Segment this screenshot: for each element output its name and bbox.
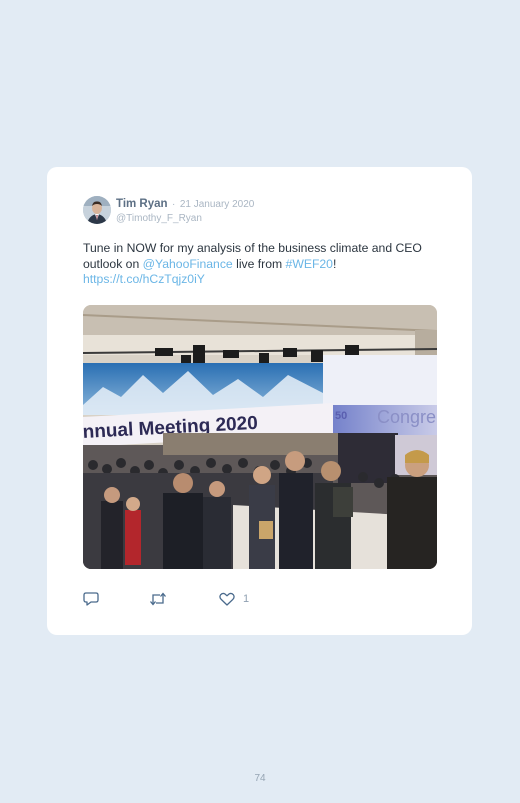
venue-badge: 50: [335, 410, 347, 422]
mention-link[interactable]: @YahooFinance: [143, 257, 233, 271]
avatar-image: [83, 196, 111, 224]
separator: ·: [172, 199, 176, 210]
like-button[interactable]: 1: [219, 590, 249, 608]
tweet-card: Tim Ryan · 21 January 2020 @Timothy_F_Ry…: [47, 167, 472, 635]
reply-icon: [83, 592, 99, 606]
tweet-photo[interactable]: nnual Meeting 2020 50 Congre: [83, 305, 437, 569]
like-count: 1: [243, 593, 250, 605]
author-name[interactable]: Tim Ryan: [116, 198, 168, 210]
author-handle[interactable]: @Timothy_F_Ryan: [116, 212, 254, 225]
conference-photo: nnual Meeting 2020 50 Congre: [83, 305, 437, 569]
tweet-date[interactable]: 21 January 2020: [180, 199, 255, 210]
page-number: 74: [254, 773, 266, 784]
tweet-header: Tim Ryan · 21 January 2020 @Timothy_F_Ry…: [116, 196, 254, 225]
url-link[interactable]: https://t.co/hCzTqjz0iY: [83, 272, 205, 286]
venue-text: Congre: [377, 407, 436, 427]
retweet-button[interactable]: [149, 590, 167, 608]
tweet-text-part: !: [332, 256, 337, 271]
reply-button[interactable]: [83, 590, 99, 608]
tweet-text: Tune in NOW for my analysis of the busin…: [83, 241, 433, 288]
heart-icon: [219, 592, 235, 606]
tweet-actions: 1: [83, 590, 437, 608]
hashtag-link[interactable]: #WEF20: [286, 257, 333, 271]
avatar[interactable]: [83, 196, 111, 224]
tweet-text-part: live from: [232, 256, 286, 271]
retweet-icon: [150, 592, 166, 606]
